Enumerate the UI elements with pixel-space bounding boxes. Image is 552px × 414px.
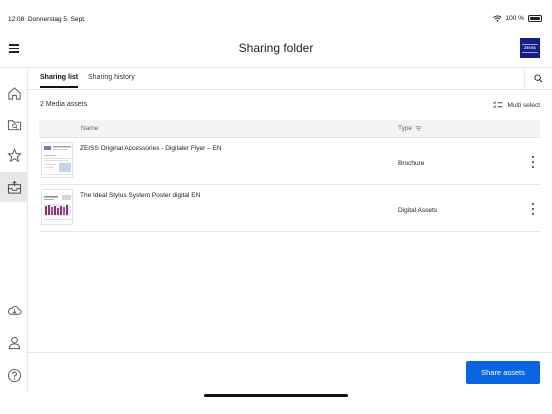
search-button[interactable]	[524, 68, 552, 89]
zeiss-logo: ZEISS	[520, 38, 540, 58]
multi-select-button[interactable]: Multi select	[493, 101, 540, 109]
sidebar-item-home[interactable]	[0, 78, 28, 108]
table-header: Name Type	[39, 120, 540, 138]
asset-type: Digital Assets	[398, 207, 438, 214]
filter-icon	[415, 126, 422, 131]
status-date: Donnerstag 5. Sept.	[28, 16, 86, 23]
status-right: 100 %	[492, 15, 542, 22]
kebab-dot	[532, 203, 534, 205]
sidebar	[0, 68, 28, 392]
share-tray-icon	[7, 180, 21, 194]
sidebar-item-help[interactable]	[0, 360, 28, 390]
multi-select-label: Multi select	[507, 101, 540, 109]
status-bar: 12:08 Donnerstag 5. Sept. 100 %	[0, 0, 552, 30]
status-time: 12:08	[8, 16, 25, 23]
tab-bar: Sharing list Sharing history	[28, 68, 552, 90]
kebab-dot	[532, 166, 534, 168]
user-icon	[8, 336, 20, 349]
share-assets-button[interactable]: Share assets	[466, 361, 540, 384]
app-screen: 12:08 Donnerstag 5. Sept. 100 % Sharing …	[0, 0, 552, 414]
media-count: 2 Media assets	[40, 101, 88, 108]
multi-select-icon	[493, 101, 503, 109]
search-icon	[534, 74, 543, 83]
table-row[interactable]: ZEISS Original Accessories - Digitaler F…	[39, 138, 540, 185]
asset-thumbnail	[41, 142, 73, 178]
app-header: Sharing folder ZEISS	[0, 30, 552, 68]
asset-name: ZEISS Original Accessories - Digitaler F…	[80, 145, 222, 152]
sidebar-item-profile[interactable]	[0, 327, 28, 357]
sidebar-item-browse[interactable]	[0, 109, 28, 139]
kebab-dot	[532, 213, 534, 215]
footer-bar: Share assets	[28, 352, 552, 392]
asset-thumbnail	[41, 189, 73, 225]
flyer-thumbnail-image	[44, 146, 71, 175]
sidebar-item-favorites[interactable]	[0, 140, 28, 170]
wifi-icon	[492, 15, 502, 22]
sidebar-item-offline[interactable]	[0, 295, 28, 325]
home-icon	[7, 86, 21, 100]
column-type-header[interactable]: Type	[398, 125, 422, 132]
tab-sharing-list[interactable]: Sharing list	[40, 74, 79, 88]
cloud-download-icon	[7, 305, 22, 315]
asset-type: Brochure	[398, 160, 425, 167]
star-icon	[6, 147, 22, 162]
battery-percent: 100 %	[505, 15, 524, 22]
row-more-button[interactable]	[530, 156, 536, 168]
kebab-dot	[532, 156, 534, 158]
tab-sharing-history[interactable]: Sharing history	[88, 74, 135, 86]
folder-search-icon	[7, 119, 21, 130]
column-type-label: Type	[398, 125, 413, 132]
column-name-header: Name	[81, 125, 99, 132]
page-title: Sharing folder	[238, 41, 314, 55]
poster-thumbnail-image	[44, 195, 71, 220]
table-row[interactable]: The Ideal Stylus System Poster digital E…	[39, 185, 540, 232]
asset-name: The Ideal Stylus System Poster digital E…	[80, 192, 201, 199]
help-icon	[7, 368, 21, 382]
sidebar-item-sharing[interactable]	[0, 172, 28, 202]
kebab-dot	[532, 161, 534, 163]
row-more-button[interactable]	[530, 203, 536, 215]
assets-table: Name Type ZEISS Original Accessories - D…	[39, 120, 540, 232]
battery-icon	[528, 15, 542, 22]
kebab-dot	[532, 208, 534, 210]
home-indicator[interactable]	[204, 394, 348, 397]
